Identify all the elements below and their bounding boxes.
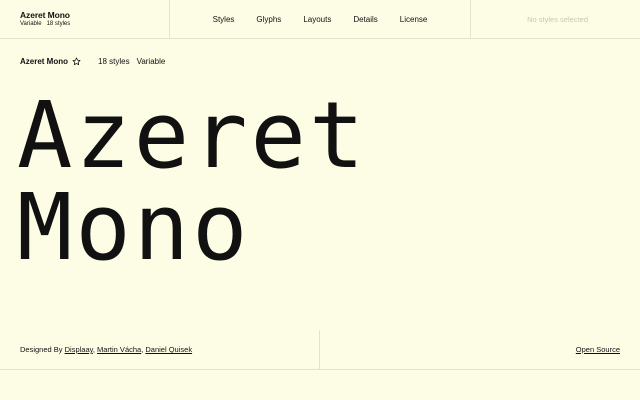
open-source-link[interactable]: Open Source [576,345,620,354]
nav-styles[interactable]: Styles [213,15,235,24]
top-navigation-bar: Azeret Mono Variable 18 styles Styles Gly… [0,0,640,39]
specimen-line-1: Azeret [17,82,368,189]
designer-link-martin-vacha[interactable]: Martin Vácha [97,345,141,354]
nav-details[interactable]: Details [353,15,377,24]
style-count: 18 styles [98,56,130,66]
designer-link-daniel-quisek[interactable]: Daniel Quisek [145,345,192,354]
nav-glyphs[interactable]: Glyphs [256,15,281,24]
designer-link-displaay[interactable]: Displaay [65,345,93,354]
selection-status[interactable]: No styles selected [527,15,588,24]
brand-meta-count: 18 styles [46,21,71,27]
credits-bar: Designed By Displaay, Martin Vácha, Dani… [0,330,640,370]
font-name: Azeret Mono [20,56,68,66]
specimen-line-2: Mono [17,174,251,281]
nav-license[interactable]: License [400,15,428,24]
brand[interactable]: Azeret Mono Variable 18 styles [20,10,75,29]
nav-layouts[interactable]: Layouts [303,15,331,24]
brand-name[interactable]: Azeret Mono [20,10,75,20]
main-nav: Styles Glyphs Layouts Details License [200,0,440,39]
font-page: Azeret Mono Variable 18 styles Styles Gly… [0,0,640,400]
designed-by: Designed By Displaay, Martin Vácha, Dani… [20,345,192,354]
star-icon[interactable] [72,57,81,66]
divider [319,330,320,370]
designed-by-label: Designed By [20,345,63,354]
font-specimen: Azeret Mono [17,90,367,274]
brand-meta-type: Variable [20,21,42,27]
font-type: Variable [136,56,166,66]
font-subheader: Azeret Mono 18 styles Variable [20,55,165,67]
divider [470,0,471,39]
divider [169,0,170,39]
brand-meta: Variable 18 styles [20,20,75,29]
